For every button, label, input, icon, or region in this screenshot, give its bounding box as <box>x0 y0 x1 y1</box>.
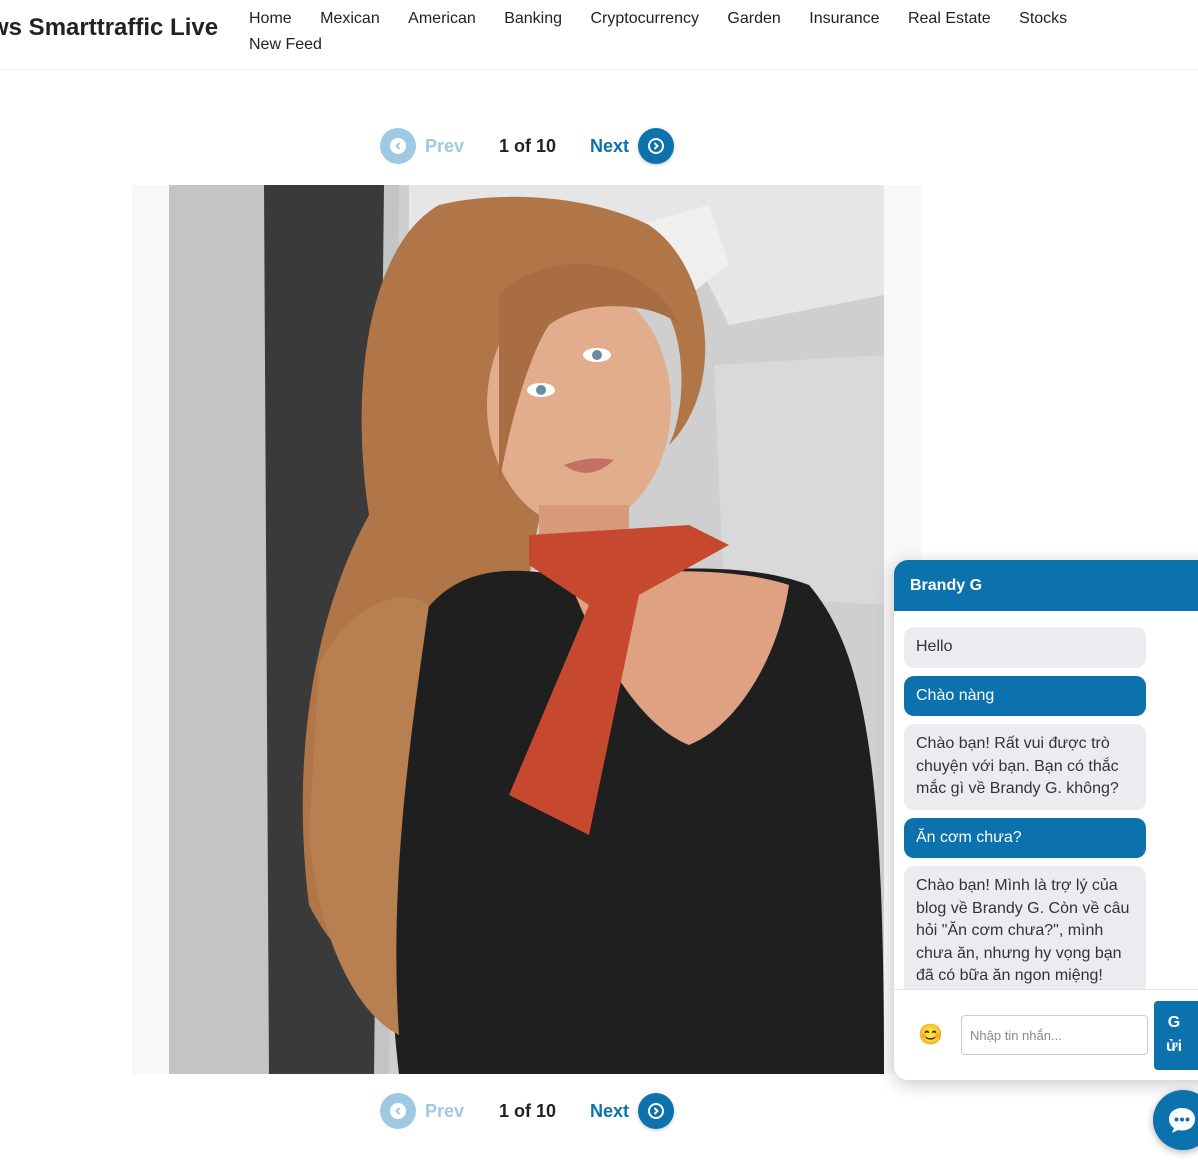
pagination-bottom: Prev 1 of 10 Next <box>380 1093 680 1129</box>
next-label: Next <box>590 1100 630 1121</box>
chat-title: Brandy G <box>910 577 983 594</box>
prev-label: Prev <box>425 1100 465 1121</box>
prev-button[interactable]: Prev <box>380 128 464 164</box>
portrait-illustration <box>169 185 884 1074</box>
nav-item-cryptocurrency[interactable]: Cryptocurrency <box>590 6 698 32</box>
send-button[interactable]: Gửi <box>1154 1001 1198 1070</box>
next-label: Next <box>590 135 630 156</box>
chat-message-user: Ăn cơm chưa? <box>904 817 1146 858</box>
chat-bubble-icon <box>1169 1108 1195 1133</box>
nav-item-home[interactable]: Home <box>249 6 292 32</box>
page-counter: 1 of 10 <box>499 1101 557 1121</box>
next-button[interactable]: Next <box>590 128 675 164</box>
chat-messages[interactable]: Hello Chào nàng Chào bạn! Rất vui được t… <box>894 611 1198 989</box>
page-counter: 1 of 10 <box>499 136 557 156</box>
nav-item-american[interactable]: American <box>408 6 476 32</box>
nav-item-insurance[interactable]: Insurance <box>809 6 879 32</box>
nav-item-mexican[interactable]: Mexican <box>320 6 380 32</box>
nav-item-banking[interactable]: Banking <box>504 6 562 32</box>
nav-item-new-feed[interactable]: New Feed <box>249 32 322 58</box>
nav-item-garden[interactable]: Garden <box>727 6 780 32</box>
next-button[interactable]: Next <box>590 1093 675 1129</box>
gallery-photo <box>169 185 884 1074</box>
chat-widget: Brandy G Hello Chào nàng Chào bạn! Rất v… <box>894 560 1198 1080</box>
chat-message-bot: Hello <box>904 627 1146 668</box>
chevron-left-circle-icon <box>380 128 416 164</box>
gallery-image-frame <box>132 185 921 1074</box>
chat-message-input[interactable] <box>961 1015 1148 1055</box>
chevron-left-circle-icon <box>380 1093 416 1129</box>
pagination-top: Prev 1 of 10 Next <box>380 128 680 164</box>
nav-item-real-estate[interactable]: Real Estate <box>908 6 991 32</box>
emoji-icon[interactable]: 😊 <box>918 1022 943 1047</box>
main-nav: Home Mexican American Banking Cryptocurr… <box>249 6 1109 58</box>
chat-toggle-button[interactable] <box>1153 1090 1198 1150</box>
prev-button[interactable]: Prev <box>380 1093 464 1129</box>
chat-composer: 😊 Gửi <box>894 989 1198 1080</box>
chat-header: Brandy G <box>894 560 1198 611</box>
site-header: ws Smarttraffic Live Home Mexican Americ… <box>0 0 1198 70</box>
chat-message-user: Chào nàng <box>904 675 1146 716</box>
chevron-right-circle-icon <box>638 128 675 164</box>
chevron-right-circle-icon <box>638 1093 675 1129</box>
nav-item-stocks[interactable]: Stocks <box>1019 6 1067 32</box>
chat-message-bot: Chào bạn! Rất vui được trò chuyện với bạ… <box>904 724 1146 810</box>
chat-message-bot: Chào bạn! Mình là trợ lý của blog về Bra… <box>904 866 1146 989</box>
prev-label: Prev <box>425 135 465 156</box>
site-title[interactable]: ws Smarttraffic Live <box>0 14 218 42</box>
